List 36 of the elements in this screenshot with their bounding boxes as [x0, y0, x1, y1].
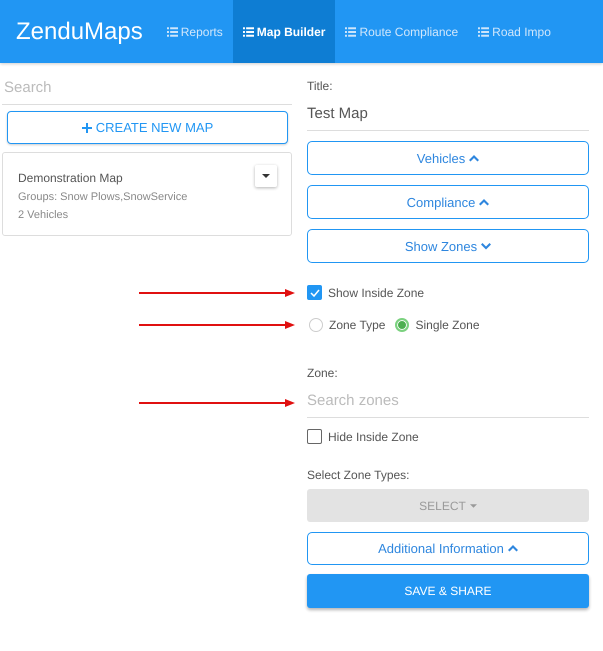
map-vehicles: 2 Vehicles — [18, 209, 70, 221]
section-toggle[interactable]: Vehicles — [307, 141, 589, 175]
section-toggle[interactable]: Compliance — [307, 185, 589, 219]
save-share-button[interactable]: SAVE & SHARE — [307, 574, 589, 608]
map-card[interactable]: Demonstration Map Groups: Snow Plows,SnowService 2 Vehicles — [2, 152, 292, 236]
app-logo: ZenduMaps — [15, 16, 144, 46]
select-dropdown[interactable]: SELECT — [307, 489, 589, 522]
map-name: Demonstration Map — [18, 171, 124, 185]
section-toggle[interactable]: Show Zones — [307, 229, 589, 263]
radio-label: Single Zone — [415, 318, 480, 332]
list-icon — [478, 26, 490, 36]
list-icon — [166, 26, 178, 36]
title-label: Title: — [307, 79, 334, 93]
create-map-button[interactable]: CREATE NEW MAP — [7, 111, 288, 144]
radio-button[interactable] — [395, 318, 410, 332]
caret-icon — [470, 504, 477, 508]
checkbox[interactable] — [307, 429, 322, 444]
checkmark-icon — [308, 286, 320, 298]
nav-tab[interactable]: Route Compliance — [335, 0, 468, 63]
radio-button[interactable] — [309, 318, 323, 332]
dropdown-button[interactable] — [255, 165, 277, 187]
checkbox[interactable] — [307, 285, 322, 300]
list-icon — [242, 26, 254, 36]
list-icon — [345, 26, 356, 36]
caret-icon — [262, 174, 270, 178]
checkbox-label: Show Inside Zone — [328, 286, 424, 300]
radio-label: Zone Type — [329, 318, 386, 332]
checkbox-label: Hide Inside Zone — [328, 430, 419, 444]
nav-tab[interactable]: Map Builder — [232, 0, 336, 63]
nav-tab[interactable]: Road Impo — [468, 0, 561, 63]
plus-icon — [82, 122, 92, 132]
nav-tab[interactable]: Reports — [156, 0, 233, 63]
zone-label: Zone: — [307, 366, 339, 380]
zone-types-label: Select Zone Types: — [307, 468, 411, 482]
map-groups: Groups: Snow Plows,SnowService — [18, 191, 188, 203]
section-toggle[interactable]: Additional Information — [307, 532, 589, 565]
